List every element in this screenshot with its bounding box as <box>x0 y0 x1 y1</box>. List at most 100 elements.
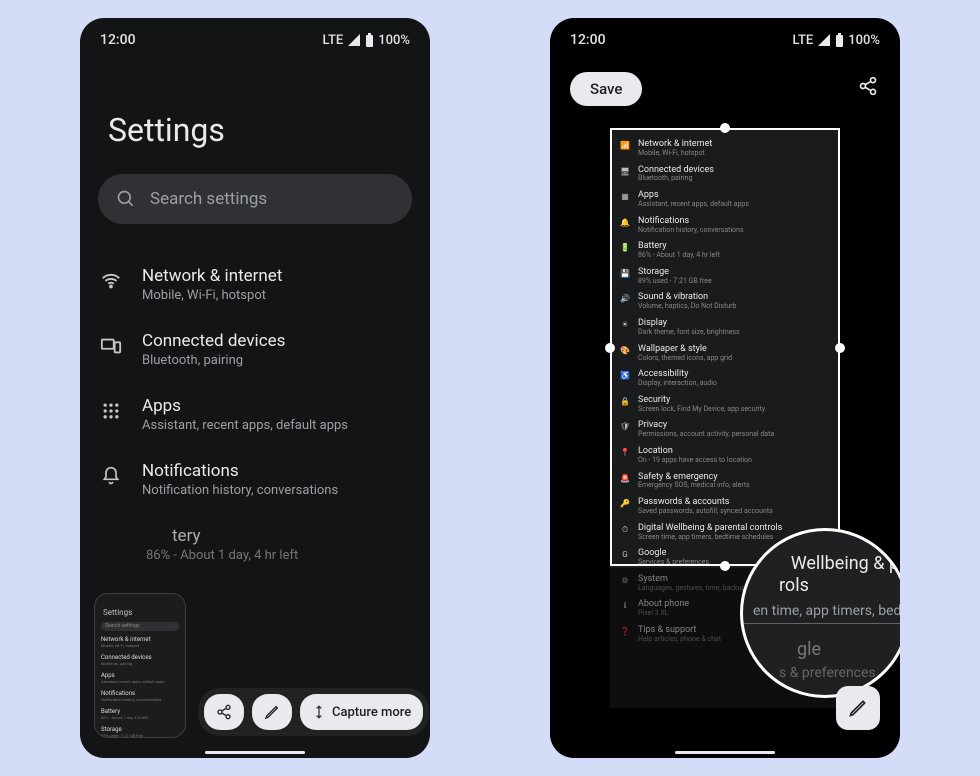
screenshot-toolbar: Capture more <box>198 688 429 736</box>
battery-icon <box>365 33 374 47</box>
phone-left-settings: 12:00 LTE 100% Settings Search settings … <box>80 18 430 758</box>
mini-icon: 🛡 <box>620 422 630 432</box>
crop-handle-right[interactable] <box>835 343 845 353</box>
preview-title: Settings <box>103 608 179 617</box>
mini-settings-item: 🔒SecurityScreen lock, Find My Device, ap… <box>610 392 840 418</box>
mini-sub: Display, interaction, audio <box>638 380 717 388</box>
status-right: LTE 100% <box>323 33 410 48</box>
settings-item-network[interactable]: Network & internet Mobile, Wi-Fi, hotspot <box>90 252 412 317</box>
bell-icon <box>101 466 121 486</box>
save-button[interactable]: Save <box>570 72 642 106</box>
mini-settings-item: 🔑Passwords & accountsSaved passwords, au… <box>610 494 840 520</box>
mini-sub: Notification history, conversations <box>638 227 744 235</box>
mini-sub: Emergency SOS, medical info, alerts <box>638 482 750 490</box>
crop-handle-top[interactable] <box>720 123 730 133</box>
pencil-icon <box>264 704 280 720</box>
item-title: Apps <box>142 396 348 416</box>
pencil-icon <box>848 698 868 718</box>
mini-icon: 📶 <box>620 141 630 151</box>
mini-settings-item: 🔋Battery86% - About 1 day, 4 hr left <box>610 238 840 264</box>
battery-icon <box>835 33 844 47</box>
status-network: LTE <box>793 33 814 48</box>
mini-settings-item: 📶Network & internetMobile, Wi-Fi, hotspo… <box>610 136 840 162</box>
mini-sub: Saved passwords, autofill, synced accoun… <box>638 508 773 516</box>
mini-sub: Services & preferences <box>638 559 709 567</box>
search-input[interactable]: Search settings <box>98 174 412 224</box>
settings-item-notifications[interactable]: NotificationsNotification history, conve… <box>90 447 412 512</box>
edit-fab[interactable] <box>836 686 880 730</box>
mini-sub: Assistant, recent apps, default apps <box>638 201 749 209</box>
mini-icon: ♿ <box>620 371 630 381</box>
mini-icon: 🖥 <box>620 167 630 177</box>
mini-icon: 🎨 <box>620 346 630 356</box>
share-button-top[interactable] <box>858 76 878 96</box>
mini-sub: Permissions, account activity, personal … <box>638 431 774 439</box>
share-button[interactable] <box>204 694 244 730</box>
mini-icon: G <box>620 550 630 560</box>
status-bar: 12:00 LTE 100% <box>550 18 900 56</box>
edit-button[interactable] <box>252 694 292 730</box>
mini-settings-item: 🚨Safety & emergencyEmergency SOS, medica… <box>610 469 840 495</box>
mini-sub: Mobile, Wi-Fi, hotspot <box>638 150 712 158</box>
mini-sub: On - 19 apps have access to location <box>638 457 752 465</box>
search-placeholder: Search settings <box>150 189 267 209</box>
mini-sub: Screen time, app timers, bedtime schedul… <box>638 534 782 542</box>
search-icon <box>116 189 136 209</box>
crop-handle-bottom[interactable] <box>720 561 730 571</box>
status-battery: 100% <box>848 33 880 48</box>
mini-settings-item: ♿AccessibilityDisplay, interaction, audi… <box>610 366 840 392</box>
mini-icon: 🔔 <box>620 218 630 228</box>
item-title: Notifications <box>142 461 338 481</box>
settings-item-connected[interactable]: Connected devicesBluetooth, pairing <box>90 317 412 382</box>
mini-icon: ⏱ <box>620 525 630 535</box>
item-title: Network & internet <box>142 266 282 286</box>
share-icon <box>858 76 878 96</box>
status-time: 12:00 <box>570 32 606 48</box>
mini-settings-item: ☀DisplayDark theme, font size, brightnes… <box>610 315 840 341</box>
wifi-icon <box>100 270 122 292</box>
devices-icon <box>100 335 122 357</box>
capture-more-button[interactable]: Capture more <box>300 694 423 730</box>
share-icon <box>216 704 232 720</box>
item-sub: 86% - About 1 day, 4 hr left <box>142 548 298 563</box>
mini-icon: 💾 <box>620 269 630 279</box>
item-sub: Mobile, Wi-Fi, hotspot <box>142 288 282 303</box>
expand-vertical-icon <box>312 704 326 720</box>
mini-sub: Volume, haptics, Do Not Disturb <box>638 303 737 311</box>
mini-icon: 🔊 <box>620 294 630 304</box>
mini-settings-item: ▦AppsAssistant, recent apps, default app… <box>610 187 840 213</box>
mini-sub: 86% - About 1 day, 4 hr left <box>638 252 720 260</box>
settings-item-battery[interactable]: tery 86% - About 1 day, 4 hr left <box>90 512 412 577</box>
screenshot-preview[interactable]: Settings Search settings Network & inter… <box>94 593 186 738</box>
item-sub: Bluetooth, pairing <box>142 353 285 368</box>
magnifier: Wellbeing & p rols en time, app timers, … <box>740 528 900 698</box>
mini-icon: 🔋 <box>620 243 630 253</box>
mini-icon: ▦ <box>620 192 630 202</box>
nav-handle[interactable] <box>675 751 775 754</box>
mini-settings-item: 🎨Wallpaper & styleColors, themed icons, … <box>610 341 840 367</box>
mini-icon: ☀ <box>620 320 630 330</box>
mini-settings-item: 🔊Sound & vibrationVolume, haptics, Do No… <box>610 289 840 315</box>
capture-more-label: Capture more <box>332 705 411 720</box>
mini-icon: 📍 <box>620 448 630 458</box>
mag-line: gle <box>797 639 821 660</box>
mini-sub: Bluetooth, pairing <box>638 175 714 183</box>
nav-handle[interactable] <box>205 751 305 754</box>
mini-icon: 🚨 <box>620 474 630 484</box>
settings-item-apps[interactable]: Apps Assistant, recent apps, default apps <box>90 382 412 447</box>
mag-line: Wellbeing & p <box>791 553 899 574</box>
mini-settings-item: 💾Storage89% used - 7.21 GB free <box>610 264 840 290</box>
crop-handle-left[interactable] <box>605 343 615 353</box>
preview-search: Search settings <box>101 622 179 631</box>
mini-sub: Dark theme, font size, brightness <box>638 329 740 337</box>
item-title: tery <box>142 526 298 546</box>
phone-right-crop: 12:00 LTE 100% Save 📶Network & internetM… <box>550 18 900 758</box>
mag-line: en time, app timers, bedtim <box>753 603 900 619</box>
status-bar: 12:00 LTE 100% <box>80 18 430 56</box>
signal-icon <box>347 34 361 46</box>
status-right: LTE 100% <box>793 33 880 48</box>
mini-sub: Screen lock, Find My Device, app securit… <box>638 406 765 414</box>
mini-sub: 89% used - 7.21 GB free <box>638 278 712 286</box>
settings-list: Network & internet Mobile, Wi-Fi, hotspot… <box>80 252 430 577</box>
item-sub: Assistant, recent apps, default apps <box>142 418 348 433</box>
